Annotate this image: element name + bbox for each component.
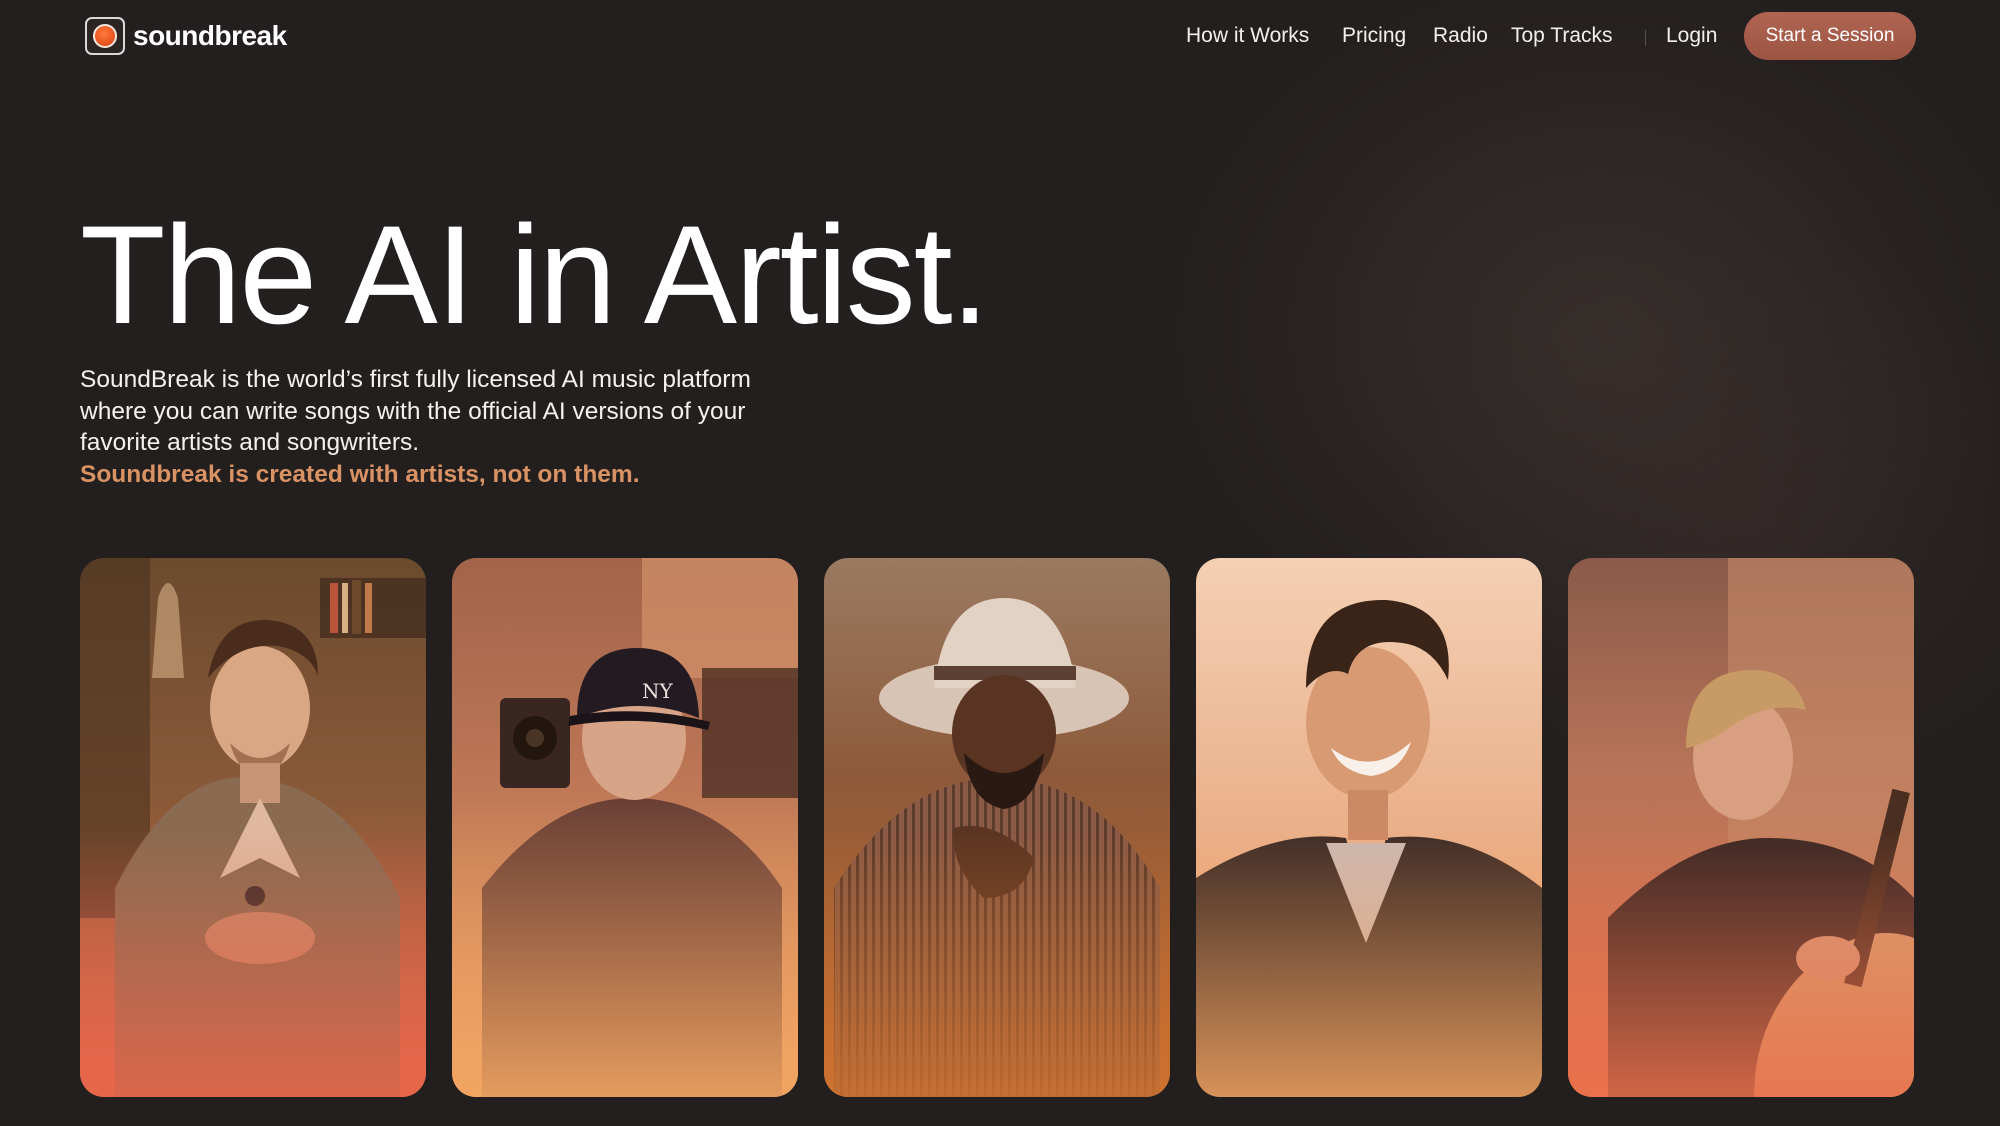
nav-pricing[interactable]: Pricing <box>1342 24 1406 48</box>
artist-portrait-4 <box>1196 558 1542 1097</box>
brand-logo[interactable]: soundbreak <box>85 16 287 56</box>
page: soundbreak How it Works Pricing Radio To… <box>0 0 2000 1126</box>
artist-card-3[interactable] <box>824 558 1170 1097</box>
hero-description: SoundBreak is the world’s first fully li… <box>80 364 760 490</box>
nav-top-tracks[interactable]: Top Tracks <box>1511 24 1613 48</box>
hero-description-text: SoundBreak is the world’s first fully li… <box>80 366 751 456</box>
logo-dot <box>93 24 117 48</box>
artist-card-4[interactable] <box>1196 558 1542 1097</box>
artist-portrait-2: NY <box>452 558 798 1097</box>
hero-tagline: Soundbreak is created with artists, not … <box>80 460 640 488</box>
nav-login[interactable]: Login <box>1666 24 1717 48</box>
artist-card-2[interactable]: NY <box>452 558 798 1097</box>
artist-card-1[interactable] <box>80 558 426 1097</box>
artist-portrait-3 <box>824 558 1170 1097</box>
hero-title: The AI in Artist. <box>80 196 990 353</box>
nav-radio[interactable]: Radio <box>1433 24 1488 48</box>
artist-portrait-5 <box>1568 558 1914 1097</box>
artist-portrait-1 <box>80 558 426 1097</box>
brand-name: soundbreak <box>133 20 287 51</box>
artist-cards: NY <box>80 558 1914 1097</box>
artist-card-5[interactable] <box>1568 558 1914 1097</box>
record-dot-icon <box>85 17 125 55</box>
nav-how-it-works[interactable]: How it Works <box>1186 24 1309 48</box>
nav-divider <box>1645 30 1646 46</box>
start-session-button[interactable]: Start a Session <box>1744 12 1916 60</box>
site-header: soundbreak How it Works Pricing Radio To… <box>0 0 2000 72</box>
